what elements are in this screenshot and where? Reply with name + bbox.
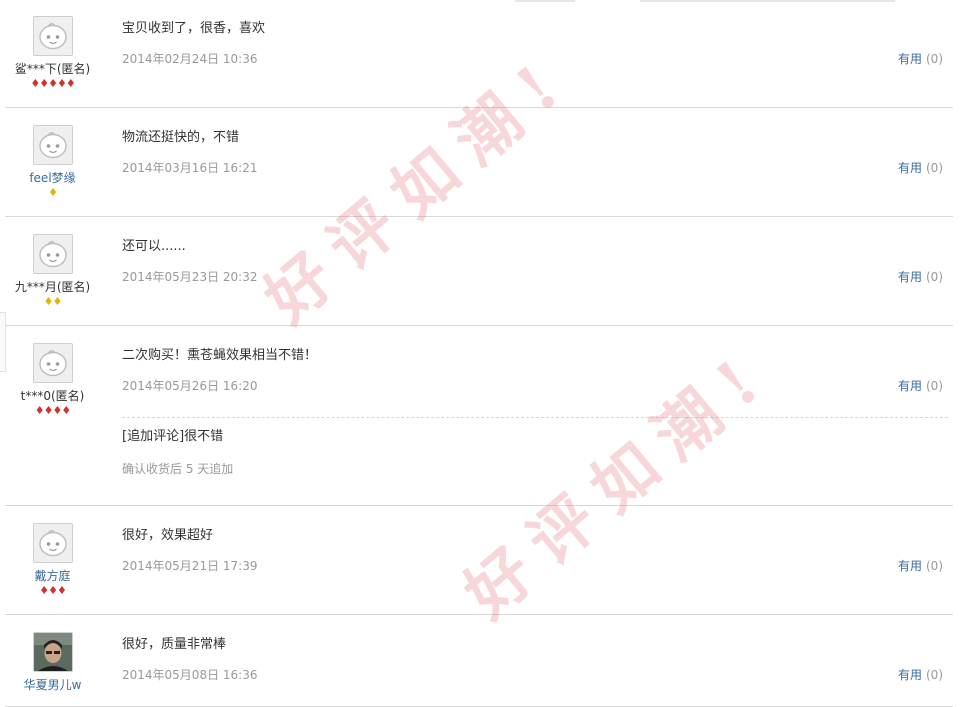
avatar[interactable] — [32, 16, 73, 56]
red-diamond-icon: ♦ — [61, 404, 71, 417]
reviewer-name: t***0(匿名) — [20, 389, 85, 403]
review-item: 九***月(匿名) ♦♦ 还可以...... 2014年05月23日 20:32 有用(… — [5, 218, 953, 326]
red-diamond-icon: ♦ — [48, 584, 58, 597]
review-date: 2014年03月16日 16:21 — [122, 161, 258, 175]
red-diamond-icon: ♦ — [30, 77, 40, 90]
useful-button[interactable]: 有用 (0) — [898, 161, 943, 175]
user-photo-icon — [33, 633, 72, 671]
reviewer-name[interactable]: 华夏男儿w — [5, 678, 100, 692]
avatar[interactable] — [32, 632, 73, 672]
red-diamond-icon: ♦ — [65, 77, 76, 90]
default-avatar-icon — [38, 23, 67, 50]
red-diamond-icon: ♦ — [56, 584, 67, 597]
review-date: 2014年05月08日 16:36 — [122, 668, 258, 682]
useful-count: (0) — [926, 161, 943, 175]
useful-label[interactable]: 有用 — [898, 379, 922, 393]
useful-button[interactable]: 有用 (0) — [898, 379, 943, 393]
red-diamond-icon: ♦ — [56, 77, 67, 90]
avatar[interactable] — [32, 125, 73, 165]
review-text: 宝贝收到了，很香，喜欢 — [122, 21, 266, 36]
appended-review-note: 确认收货后 5 天追加 — [122, 462, 234, 476]
reviewer-name[interactable]: feel梦缘 — [5, 171, 100, 185]
useful-label[interactable]: 有用 — [898, 161, 922, 175]
reviewer: 九***月(匿名) ♦♦ — [5, 218, 100, 308]
useful-count: (0) — [926, 379, 943, 393]
default-avatar-icon — [38, 350, 67, 377]
review-item: 鲨***下(匿名) ♦♦♦♦♦ 宝贝收到了，很香，喜欢 2014年02月24日 10:… — [5, 0, 953, 108]
review-text: 物流还挺快的，不错 — [122, 130, 240, 145]
useful-button[interactable]: 有用 (0) — [898, 559, 943, 573]
red-diamond-icon: ♦ — [43, 404, 54, 417]
review-date: 2014年05月21日 17:39 — [122, 559, 258, 573]
reviewer: 鲨***下(匿名) ♦♦♦♦♦ — [5, 0, 100, 90]
useful-label[interactable]: 有用 — [898, 559, 922, 573]
reviewer: 戴方庭 ♦♦♦ — [5, 507, 100, 597]
useful-button[interactable]: 有用 (0) — [898, 52, 943, 66]
red-diamond-icon: ♦ — [39, 77, 49, 90]
reviewer: t***0(匿名) ♦♦♦♦ — [5, 327, 100, 417]
reviewer-name: 鲨***下(匿名) — [14, 62, 91, 76]
reviewer: 华夏男儿w — [5, 616, 100, 706]
buyer-level-badge — [5, 694, 100, 706]
red-diamond-icon: ♦ — [39, 584, 49, 597]
useful-count: (0) — [926, 668, 943, 682]
review-item: feel梦缘 ♦ 物流还挺快的，不错 2014年03月16日 16:21 有用 (0) — [5, 109, 953, 217]
review-item: 戴方庭 ♦♦♦ 很好，效果超好 2014年05月21日 17:39 有用 (0) — [5, 507, 953, 615]
review-text: 还可以...... — [122, 239, 186, 254]
useful-button[interactable]: 有用 (0) — [898, 668, 943, 682]
useful-label[interactable]: 有用 — [898, 270, 922, 284]
review-text: 很好，效果超好 — [122, 528, 214, 543]
avatar[interactable] — [32, 523, 73, 563]
reviewer-name[interactable]: 戴方庭 — [5, 569, 100, 583]
review-text: 很好，质量非常棒 — [122, 637, 227, 652]
buyer-level-badge: ♦ — [5, 187, 100, 199]
buyer-level-badge: ♦♦♦ — [5, 585, 100, 597]
useful-label[interactable]: 有用 — [898, 668, 922, 682]
appended-review-text: [追加评论]很不错 — [122, 429, 224, 444]
default-avatar-icon — [38, 241, 67, 268]
useful-count: (0) — [926, 52, 943, 66]
useful-button[interactable]: 有用 (0) — [898, 270, 943, 284]
review-date: 2014年02月24日 10:36 — [122, 52, 258, 66]
buyer-level-badge: ♦♦ — [5, 296, 100, 308]
avatar[interactable] — [32, 234, 73, 274]
appended-review: [追加评论]很不错 确认收货后 5 天追加 — [122, 417, 948, 476]
default-avatar-icon — [38, 530, 67, 557]
reviewer-name: 九***月(匿名) — [14, 280, 91, 294]
gold-diamond-icon: ♦ — [52, 295, 63, 308]
review-text: 二次购买！熏苍蝇效果相当不错！ — [122, 348, 318, 363]
avatar[interactable] — [32, 343, 73, 383]
default-avatar-icon — [38, 132, 67, 159]
useful-count: (0) — [926, 270, 943, 284]
review-item: 华夏男儿w 很好，质量非常棒 2014年05月08日 16:36 有用 (0) — [5, 616, 953, 707]
red-diamond-icon: ♦ — [48, 77, 58, 90]
buyer-level-badge: ♦♦♦♦♦ — [5, 78, 100, 90]
reviewer: feel梦缘 ♦ — [5, 109, 100, 199]
gold-diamond-icon: ♦ — [43, 295, 54, 308]
gold-diamond-icon: ♦ — [48, 186, 58, 199]
useful-label[interactable]: 有用 — [898, 52, 922, 66]
review-date: 2014年05月26日 16:20 — [122, 379, 258, 393]
review-date: 2014年05月23日 20:32 — [122, 270, 258, 284]
useful-count: (0) — [926, 559, 943, 573]
buyer-level-badge: ♦♦♦♦ — [5, 405, 100, 417]
red-diamond-icon: ♦ — [34, 404, 45, 417]
review-item: t***0(匿名) ♦♦♦♦ 二次购买！熏苍蝇效果相当不错！ 2014年05月26日 … — [5, 327, 953, 506]
